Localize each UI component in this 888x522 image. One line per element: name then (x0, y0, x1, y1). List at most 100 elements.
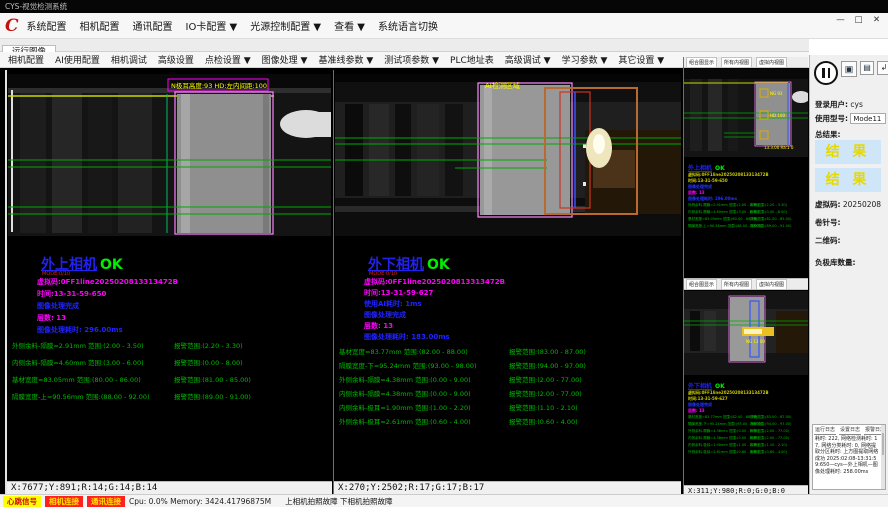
toolbar-button[interactable]: 其它设置 ▼ (618, 53, 664, 66)
small-top-image[interactable]: NG 93 HD 100 13.3.00 Ra:1 0 (684, 69, 808, 157)
log-scrollbar[interactable] (881, 425, 885, 489)
model-label: 使用型号: (815, 114, 848, 123)
svg-text:NG 13 00: NG 13 00 (746, 339, 765, 344)
pause-button[interactable] (814, 61, 838, 85)
measurement-row-col2: 报警范围:(2.00 - 77.00) (509, 373, 582, 387)
main-content: N极耳高度:93 HD:左内间距:100 外上相机OK MODE:0/10 虚拟… (0, 68, 809, 494)
mini-measurement-row: 基材宽度=83.77mm 范围:(82.00 - 88.00)报警范围:(83.… (688, 414, 807, 421)
login-user-value: cys (850, 100, 862, 109)
menu-item[interactable]: 系统配置 (27, 18, 67, 33)
toolbar-button[interactable]: 高级设置 (158, 53, 194, 66)
model-value-field[interactable]: Mode11 (850, 113, 886, 124)
left-barcode: 虚拟码:0FF1line2025020813313472B (37, 277, 178, 287)
measurement-row-col1: 基材宽度=83.77mm 范围:(82.00 - 88.00) (339, 345, 509, 359)
small-view-tab[interactable]: 虚拟内视图 (756, 57, 787, 67)
measurement-row-col2: 报警范围:(2.20 - 3.30) (174, 338, 243, 355)
measurement-row: 内侧余料-隔膜=4.60mm 范围:(3.00 - 6.00)报警范围:(0.0… (12, 355, 330, 372)
toolbar-button[interactable]: 测试项参数 ▼ (384, 53, 439, 66)
middle-overlay-text: AI检测区域 (485, 81, 520, 90)
small-view-tab[interactable]: 组合图显示 (686, 57, 717, 67)
minimize-icon[interactable]: — (833, 14, 848, 27)
toolbar-button[interactable]: 图像处理 ▼ (262, 53, 308, 66)
small-top-camera-name: 外上相机 (688, 165, 712, 172)
measurement-row: 基材宽度=83.77mm 范围:(82.00 - 88.00)报警范围:(83.… (339, 345, 679, 359)
small-view-tab[interactable]: 组合图显示 (686, 279, 717, 289)
small-bottom-camera-name: 外下相机 (688, 383, 712, 390)
middle-measurements: 基材宽度=83.77mm 范围:(82.00 - 88.00)报警范围:(83.… (339, 345, 679, 429)
left-camera-image[interactable]: N极耳高度:93 HD:左内间距:100 (8, 74, 331, 236)
toolbar-button[interactable]: 相机调试 (111, 53, 147, 66)
log-tab[interactable]: 运行日志 (814, 426, 836, 435)
app-logo-icon: C (5, 16, 19, 36)
tab-row: 运行图像 (0, 39, 809, 52)
title-bar: CYS-视觉检测系统 (0, 0, 888, 13)
small-view-tab[interactable]: 虚拟内视图 (756, 279, 787, 289)
close-icon[interactable]: ✕ (869, 14, 884, 27)
grid-button[interactable]: ▤ (860, 61, 874, 75)
small-bottom-image[interactable]: NG 13 00 (684, 291, 808, 375)
middle-elapsed: 图像处理耗时: 183.00ms (364, 332, 450, 342)
small-bottom-text: 外下相机OK 虚拟码:0FF1line2025020813313472B 时间:… (688, 381, 807, 456)
camera-fault-text: 上相机拍照故障 下相机拍照故障 (285, 496, 392, 507)
left-elapsed: 图像处理耗时: 296.00ms (37, 325, 123, 335)
app-window: CYS-视觉检测系统 C 系统配置相机配置通讯配置IO卡配置 ▼光源控制配置 ▼… (0, 0, 888, 522)
small-bottom-tabs: 组合图显示所有内视图虚拟内视图 (684, 279, 808, 290)
middle-camera-status: OK (427, 257, 450, 273)
small-view-tab[interactable]: 所有内视图 (721, 57, 752, 67)
toolbar-button[interactable]: AI使用配置 (55, 53, 100, 66)
small-view-top: 组合图显示所有内视图虚拟内视图 NG 93 HD 100 (683, 57, 808, 289)
toolbar-button[interactable]: 点检设置 ▼ (205, 53, 251, 66)
small-top-camera-title: 外上相机OK (688, 163, 807, 172)
cpu-memory-text: Cpu: 0.0% Memory: 3424.41796875M (129, 497, 271, 506)
mini-measurement-row: 内侧余料-极耳=1.90mm 范围:(1.00 - 2.20)报警范围:(1.1… (688, 442, 807, 449)
virtual-code-row: 虚拟码: 20250208 (815, 199, 881, 210)
mini-measurement-row: 隔膜宽度-下=95.24mm 范围:(93.00 - 98.00)报警范围:(9… (688, 421, 807, 428)
menu-item[interactable]: IO卡配置 ▼ (186, 18, 238, 33)
measurement-row-col1: 外侧余料-隔膜=2.91mm 范围:(2.00 - 3.50) (12, 338, 174, 355)
status-bar: 心跳信号 相机连接 通讯连接 Cpu: 0.0% Memory: 3424.41… (0, 494, 888, 507)
result-box-upper: 结 果 (815, 140, 881, 164)
mini-measurement-row-col2: 报警范围:(1.10 - 2.10) (750, 442, 787, 449)
return-button[interactable]: ↲ (877, 61, 888, 75)
pause-icon (822, 68, 825, 78)
small-view-tab[interactable]: 所有内视图 (721, 279, 752, 289)
log-tab[interactable]: 设置日志 (839, 426, 861, 435)
mini-measurement-row: 外侧余料-极耳=2.61mm 范围:(0.60 - 4.00)报警范围:(0.6… (688, 449, 807, 456)
toolbar-button[interactable]: 基准线参数 ▼ (318, 53, 373, 66)
login-user-label: 登录用户: (815, 100, 848, 109)
measurement-row: 基材宽度=83.05mm 范围:(80.00 - 86.00)报警范围:(81.… (12, 372, 330, 389)
measurement-row: 隔膜宽度-下=95.24mm 范围:(93.00 - 98.00)报警范围:(9… (339, 359, 679, 373)
camera-lock-button[interactable]: ▣ (841, 61, 857, 77)
measurement-row-col1: 内侧余料-隔膜=4.60mm 范围:(3.00 - 6.00) (12, 355, 174, 372)
menu-item[interactable]: 光源控制配置 ▼ (250, 18, 321, 33)
toolbar-button[interactable]: 学习参数 ▼ (562, 53, 608, 66)
small-bottom-camera-status: OK (715, 383, 725, 390)
measurement-row-col2: 报警范围:(94.00 - 97.00) (509, 359, 586, 373)
middle-barcode: 虚拟码:0FF1line2025020813313472B (364, 277, 505, 287)
toolbar-button[interactable]: 相机配置 (8, 53, 44, 66)
measurement-row-col2: 报警范围:(83.00 - 87.00) (509, 345, 586, 359)
toolbar-button[interactable]: PLC地址表 (450, 53, 494, 66)
menu-item[interactable]: 查看 ▼ (334, 18, 365, 33)
left-time: 时间:13-31-59-650 (37, 289, 106, 299)
measurement-row-col1: 基材宽度=83.05mm 范围:(80.00 - 86.00) (12, 372, 174, 389)
svg-text:NG 93: NG 93 (770, 91, 783, 96)
middle-process-done: 图像处理完成 (364, 310, 406, 320)
measurement-row-col1: 隔膜宽度-上=90.56mm 范围:(88.00 - 92.00) (12, 389, 174, 406)
menu-item[interactable]: 通讯配置 (133, 18, 173, 33)
measurement-row-col1: 外侧余料-隔膜=4.38mm 范围:(0.00 - 9.00) (339, 373, 509, 387)
mini-measurement-row: 外侧余料-隔膜=2.91mm 范围:(2.00 - 3.50)报警范围:(2.2… (688, 202, 807, 209)
menu-item[interactable]: 系统语言切换 (378, 18, 438, 33)
camera-view-outer-lower: AI检测区域 外下相机OK MODE:0/10 虚拟码:0FF1line2025… (333, 70, 681, 494)
menu-item[interactable]: 相机配置 (80, 18, 120, 33)
maximize-icon[interactable]: □ (851, 14, 866, 27)
left-camera-status: OK (100, 257, 123, 273)
measurement-row-col2: 报警范围:(81.00 - 85.00) (174, 372, 251, 389)
grid-icon: ▤ (863, 63, 871, 72)
menu-bar: C 系统配置相机配置通讯配置IO卡配置 ▼光源控制配置 ▼查看 ▼系统语言切换 … (0, 13, 888, 39)
middle-camera-image[interactable]: AI检测区域 (335, 74, 681, 236)
right-panel: ▣ ▤ ↲ 登录用户: cys 使用型号: Mode11 总结果: 结 果 结 … (809, 55, 888, 507)
toolbar-button[interactable]: 高级调试 ▼ (505, 53, 551, 66)
measurement-row-col1: 外侧余料-极耳=2.61mm 范围:(0.60 - 4.00) (339, 415, 509, 429)
small-top-tabs: 组合图显示所有内视图虚拟内视图 (684, 57, 808, 68)
